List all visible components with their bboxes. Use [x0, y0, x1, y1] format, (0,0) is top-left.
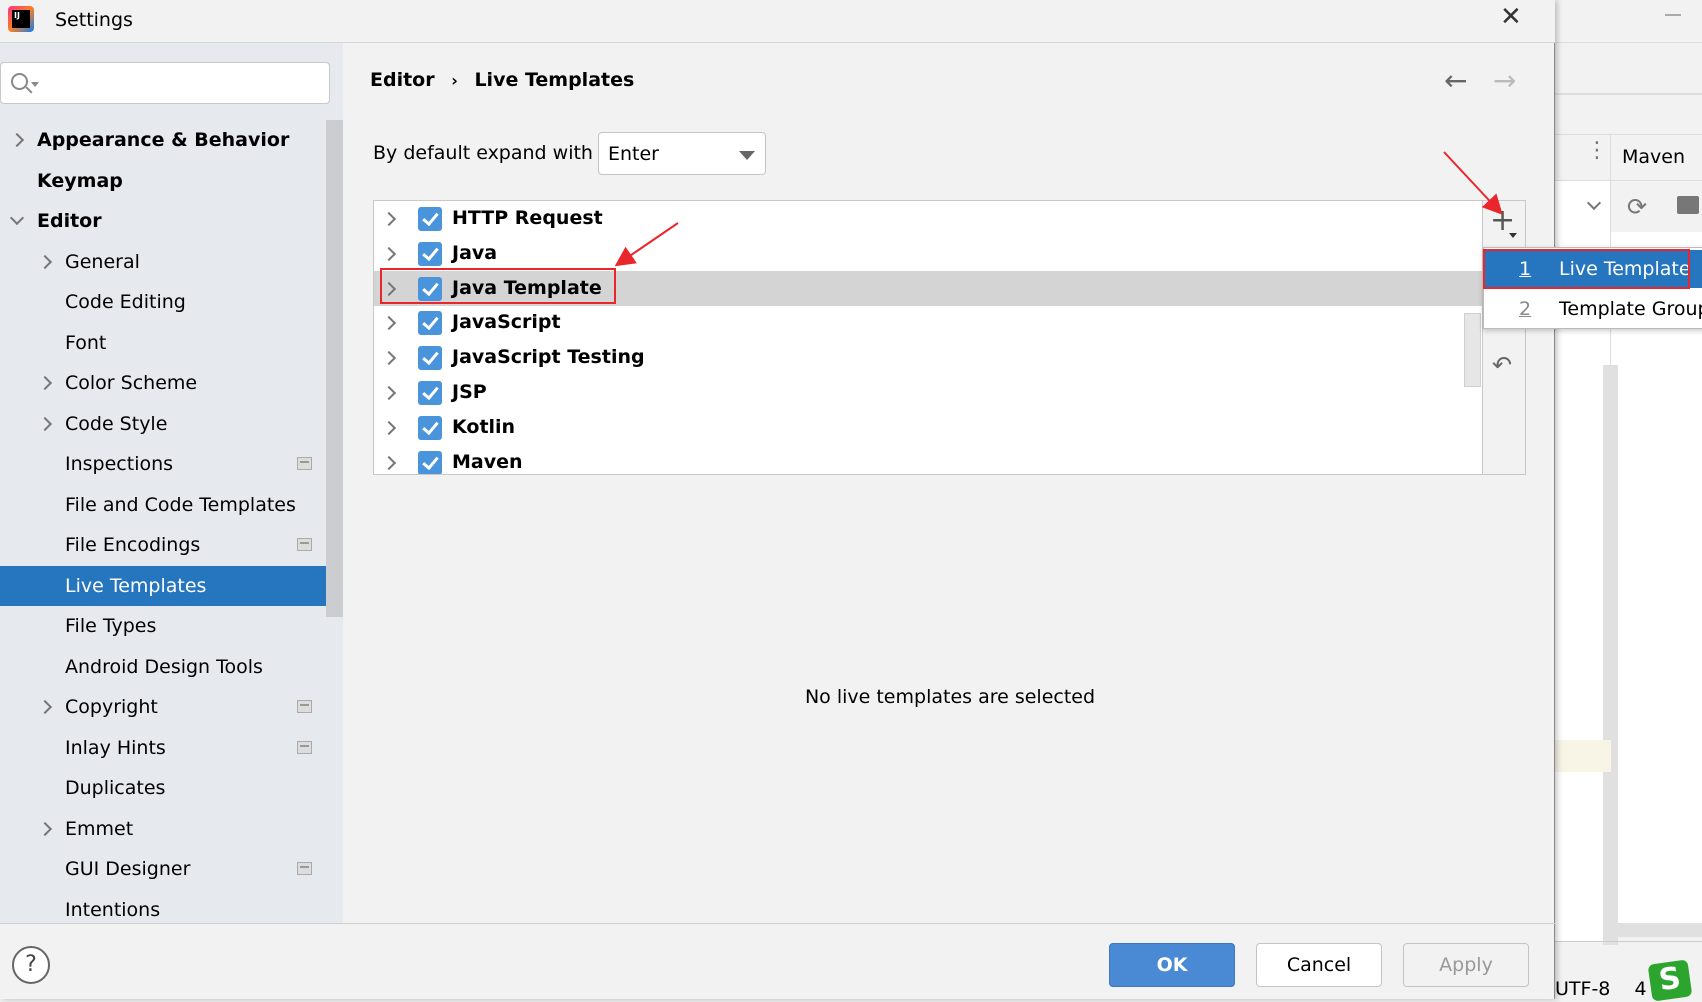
annotation-arrow-java-template: [614, 222, 679, 267]
annotation-arrows: [614, 151, 1503, 267]
annotation-arrow-add: [1443, 151, 1503, 215]
